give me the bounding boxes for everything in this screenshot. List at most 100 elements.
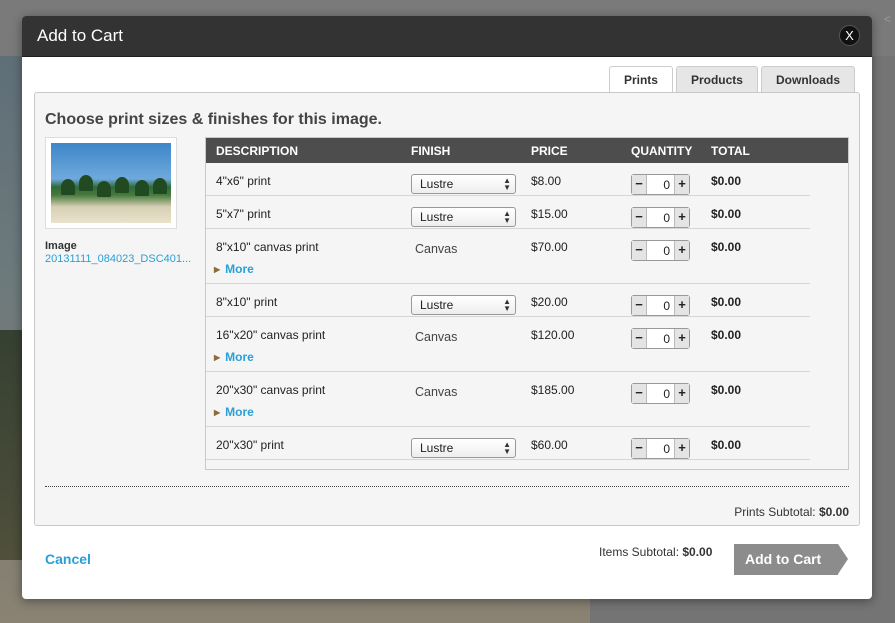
- table-row: 5"x7" print Lustre ▲ ▼ $15.00 −0 + $0.00: [206, 196, 810, 229]
- tab-bar: Prints Products Downloads: [608, 66, 855, 93]
- expand-triangle-icon: ▶: [214, 353, 221, 362]
- table-row: 4"x6" print Lustre ▲ ▼ $8.00 −0 + $0.00: [206, 163, 810, 196]
- finish-text: Canvas: [415, 385, 458, 399]
- decrement-button[interactable]: −: [632, 384, 647, 403]
- column-header-finish: FINISH: [411, 144, 451, 158]
- tab-prints[interactable]: Prints: [608, 66, 673, 93]
- quantity-input[interactable]: 0: [647, 442, 674, 456]
- quantity-input[interactable]: 0: [647, 332, 674, 346]
- decrement-button[interactable]: −: [632, 296, 647, 315]
- row-total: $0.00: [711, 328, 742, 342]
- column-header-price: PRICE: [531, 144, 568, 158]
- prints-panel: Choose print sizes & finishes for this i…: [34, 92, 860, 526]
- row-description: 4"x6" print: [216, 174, 271, 188]
- row-price: $120.00: [531, 328, 575, 342]
- decrement-button[interactable]: −: [632, 175, 647, 194]
- row-total: $0.00: [711, 383, 742, 397]
- row-description: 16"x20" canvas print: [216, 328, 326, 342]
- prints-table: DESCRIPTION FINISH PRICE QUANTITY TOTAL …: [205, 137, 849, 470]
- decrement-button[interactable]: −: [632, 208, 647, 227]
- more-link-label: More: [225, 405, 254, 419]
- finish-select-value: Lustre: [420, 441, 454, 455]
- row-total: $0.00: [711, 438, 742, 452]
- finish-select[interactable]: Lustre ▲ ▼: [411, 438, 516, 458]
- expand-triangle-icon: ▶: [214, 265, 221, 274]
- select-arrows-icon: ▲ ▼: [503, 209, 511, 225]
- row-total: $0.00: [711, 207, 742, 221]
- row-total: $0.00: [711, 174, 742, 188]
- decrement-button[interactable]: −: [632, 241, 647, 260]
- column-header-quantity: QUANTITY: [631, 144, 693, 158]
- select-arrows-icon: ▲ ▼: [503, 440, 511, 456]
- row-description: 20"x30" canvas print: [216, 383, 326, 397]
- increment-button[interactable]: +: [674, 439, 689, 458]
- quantity-input[interactable]: 0: [647, 387, 674, 401]
- finish-select[interactable]: Lustre ▲ ▼: [411, 207, 516, 227]
- tab-products[interactable]: Products: [675, 66, 758, 93]
- quantity-stepper: −0 +: [631, 207, 690, 228]
- row-price: $60.00: [531, 438, 568, 452]
- quantity-stepper: −0 +: [631, 174, 690, 195]
- finish-text: Canvas: [415, 242, 458, 256]
- increment-button[interactable]: +: [674, 329, 689, 348]
- quantity-input[interactable]: 0: [647, 244, 674, 258]
- decrement-button[interactable]: −: [632, 439, 647, 458]
- quantity-stepper: −0 +: [631, 240, 690, 261]
- image-label: Image: [45, 240, 77, 252]
- prints-subtotal: Prints Subtotal: $0.00: [734, 505, 849, 519]
- row-price: $20.00: [531, 295, 568, 309]
- more-link[interactable]: ▶ More: [214, 350, 254, 364]
- row-description: 8"x10" print: [216, 295, 278, 309]
- more-link[interactable]: ▶ More: [214, 405, 254, 419]
- row-total: $0.00: [711, 295, 742, 309]
- modal-header: Add to Cart: [22, 16, 872, 57]
- table-row: 20"x30" print Lustre ▲ ▼ $60.00 −0 + $0.00: [206, 427, 810, 460]
- quantity-input[interactable]: 0: [647, 178, 674, 192]
- add-to-cart-button[interactable]: Add to Cart: [734, 544, 848, 575]
- modal-title: Add to Cart: [37, 26, 123, 45]
- column-header-description: DESCRIPTION: [216, 144, 299, 158]
- tab-downloads[interactable]: Downloads: [760, 66, 855, 93]
- select-arrows-icon: ▲ ▼: [503, 176, 511, 192]
- finish-select-value: Lustre: [420, 298, 454, 312]
- increment-button[interactable]: +: [674, 208, 689, 227]
- quantity-stepper: −0 +: [631, 295, 690, 316]
- increment-button[interactable]: +: [674, 175, 689, 194]
- row-description: 5"x7" print: [216, 207, 271, 221]
- table-row: 16"x20" canvas print Canvas $120.00 −0 + $0.0…: [206, 317, 810, 372]
- column-header-total: TOTAL: [711, 144, 750, 158]
- quantity-input[interactable]: 0: [647, 299, 674, 313]
- increment-button[interactable]: +: [674, 241, 689, 260]
- finish-select-value: Lustre: [420, 177, 454, 191]
- more-link[interactable]: ▶ More: [214, 262, 254, 276]
- row-description: 8"x10" canvas print: [216, 240, 319, 254]
- increment-button[interactable]: +: [674, 296, 689, 315]
- cancel-link[interactable]: Cancel: [45, 551, 91, 567]
- row-description: 20"x30" print: [216, 438, 284, 452]
- row-price: $185.00: [531, 383, 575, 397]
- decrement-button[interactable]: −: [632, 329, 647, 348]
- table-row: 20"x30" canvas print Canvas $185.00 −0 + $0.0…: [206, 372, 810, 427]
- quantity-stepper: −0 +: [631, 438, 690, 459]
- row-price: $70.00: [531, 240, 568, 254]
- expand-triangle-icon: ▶: [214, 408, 221, 417]
- panel-heading: Choose print sizes & finishes for this i…: [45, 111, 382, 128]
- finish-text: Canvas: [415, 330, 458, 344]
- more-link-label: More: [225, 350, 254, 364]
- finish-select[interactable]: Lustre ▲ ▼: [411, 295, 516, 315]
- items-subtotal-value: $0.00: [682, 545, 713, 559]
- image-filename-link[interactable]: 20131111_084023_DSC401...: [45, 253, 191, 265]
- background-palm: [0, 330, 22, 560]
- share-icon: <: [884, 12, 892, 26]
- row-price: $8.00: [531, 174, 562, 188]
- add-to-cart-modal: Add to Cart X Prints Products Downloads …: [22, 16, 872, 599]
- table-row: 8"x10" print Lustre ▲ ▼ $20.00 −0 + $0.00: [206, 284, 810, 317]
- increment-button[interactable]: +: [674, 384, 689, 403]
- quantity-input[interactable]: 0: [647, 211, 674, 225]
- finish-select[interactable]: Lustre ▲ ▼: [411, 174, 516, 194]
- close-button[interactable]: X: [839, 25, 860, 46]
- row-price: $15.00: [531, 207, 568, 221]
- quantity-stepper: −0 +: [631, 383, 690, 404]
- image-thumbnail-frame: [45, 137, 177, 229]
- prints-subtotal-value: $0.00: [818, 505, 849, 519]
